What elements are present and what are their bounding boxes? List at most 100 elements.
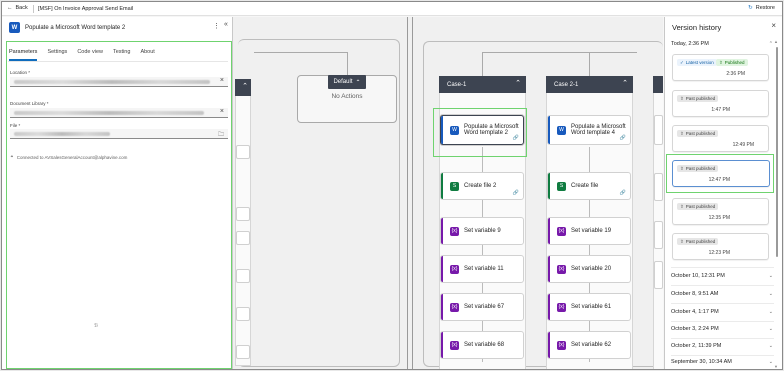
- action-label: Set variable 61: [571, 304, 612, 310]
- case-header-partial[interactable]: [653, 76, 663, 93]
- folder-icon[interactable]: 🗀: [218, 130, 224, 140]
- link-icon: 🔗: [512, 190, 519, 196]
- version-card[interactable]: ⇧ Past published 12:23 PM: [672, 233, 769, 260]
- default-case-card[interactable]: Default ⌃ No Actions: [297, 75, 397, 123]
- connector-line: [589, 52, 590, 76]
- app-window: ← Back [MSF] On Invoice Approval Send Em…: [1, 1, 783, 370]
- partial-action-card[interactable]: [236, 307, 250, 321]
- partial-action-card[interactable]: [236, 345, 250, 359]
- action-create-file[interactable]: S Create file 🔗: [547, 172, 631, 200]
- connector-line: [482, 52, 637, 53]
- version-group[interactable]: October 2, 11:39 PM ⌄: [671, 343, 773, 349]
- partial-action-card[interactable]: [236, 269, 250, 283]
- location-field[interactable]: ×: [10, 77, 228, 87]
- case-2-1-header[interactable]: Case 2-1 ⌃: [546, 76, 633, 93]
- group-divider: [671, 285, 774, 286]
- action-set-variable-19[interactable]: {x} Set variable 19: [547, 217, 631, 245]
- default-case-header[interactable]: Default ⌃: [328, 75, 366, 89]
- tab-code-view[interactable]: Code view: [77, 49, 103, 55]
- clear-icon[interactable]: ×: [220, 77, 224, 84]
- tab-testing[interactable]: Testing: [113, 49, 130, 55]
- variable-icon: {x}: [450, 340, 459, 350]
- partial-action-card[interactable]: [654, 221, 663, 249]
- top-bar-divider: [33, 5, 34, 13]
- panel-tabs: Parameters Settings Code view Testing Ab…: [9, 49, 155, 55]
- scroll-down-icon[interactable]: ▼: [774, 364, 778, 369]
- connector-line: [347, 52, 348, 76]
- action-set-variable-9[interactable]: {x} Set variable 9: [440, 217, 524, 245]
- action-populate-word-template-2[interactable]: W Populate a Microsoft Word template 2 🔗: [440, 115, 524, 145]
- restore-icon: ↻: [748, 5, 753, 11]
- file-field[interactable]: 🗀: [10, 129, 228, 139]
- version-group[interactable]: October 3, 2:24 PM ⌄: [671, 326, 773, 332]
- partial-action-card[interactable]: [236, 207, 250, 221]
- close-icon[interactable]: ×: [771, 21, 776, 30]
- version-group[interactable]: September 30, 10:34 AM ⌄: [671, 359, 773, 365]
- tab-settings[interactable]: Settings: [47, 49, 67, 55]
- version-card[interactable]: ✓ Latest version ⇧ Published 2:36 PM: [672, 54, 769, 81]
- version-group[interactable]: October 10, 12:31 PM ⌄: [671, 273, 773, 279]
- version-card[interactable]: ⇧ Past published 12:49 PM: [672, 125, 769, 152]
- partial-action-card[interactable]: [654, 115, 663, 145]
- action-set-variable-68[interactable]: {x} Set variable 68: [440, 331, 524, 359]
- action-set-variable-67[interactable]: {x} Set variable 67: [440, 293, 524, 321]
- partial-action-card[interactable]: [236, 145, 250, 159]
- more-options-icon[interactable]: ⋮: [213, 22, 220, 30]
- file-label: File *: [10, 123, 21, 128]
- action-set-variable-20[interactable]: {x} Set variable 20: [547, 255, 631, 283]
- action-accent-bar: [441, 173, 443, 199]
- link-icon: 🔗: [619, 135, 626, 141]
- back-label: Back: [15, 5, 28, 11]
- version-card[interactable]: ⇧ Past published 1:47 PM: [672, 90, 769, 117]
- back-button[interactable]: ← Back: [7, 5, 28, 11]
- chevron-down-icon: ⌄: [768, 291, 773, 297]
- check-icon: ✓: [680, 59, 684, 65]
- action-set-variable-62[interactable]: {x} Set variable 62: [547, 331, 631, 359]
- restore-label: Restore: [755, 5, 775, 11]
- redacted-value: [14, 132, 110, 136]
- action-accent-bar: [441, 332, 443, 358]
- scrollbar[interactable]: ▲ ▼: [774, 39, 780, 369]
- action-create-file-2[interactable]: S Create file 2 🔗: [440, 172, 524, 200]
- tab-about[interactable]: About: [140, 49, 154, 55]
- word-icon: W: [9, 22, 20, 33]
- past-published-badge: ⇧ Past published: [677, 95, 719, 102]
- redacted-value: [14, 111, 204, 115]
- variable-icon: {x}: [557, 340, 566, 350]
- scrollbar-thumb[interactable]: [776, 47, 778, 257]
- action-label: Set variable 62: [571, 342, 612, 348]
- partial-action-card[interactable]: [236, 231, 250, 245]
- partial-action-card[interactable]: [654, 261, 663, 289]
- latest-version-badge: ✓ Latest version: [677, 59, 717, 66]
- action-label: Set variable 67: [464, 304, 505, 310]
- action-set-variable-11[interactable]: {x} Set variable 11: [440, 255, 524, 283]
- version-group[interactable]: October 4, 1:17 PM ⌄: [671, 309, 773, 315]
- action-populate-word-template-4[interactable]: W Populate a Microsoft Word template 4 🔗: [547, 115, 631, 145]
- version-card[interactable]: ⇧ Past published 12:35 PM: [672, 198, 769, 225]
- tab-parameters[interactable]: Parameters: [9, 49, 37, 55]
- partial-action-card[interactable]: [654, 173, 663, 201]
- restore-button[interactable]: ↻ Restore: [748, 5, 775, 11]
- clear-icon[interactable]: ×: [220, 108, 224, 115]
- case-header-partial[interactable]: ⌃: [235, 79, 251, 96]
- group-label: September 30, 10:34 AM: [671, 359, 732, 365]
- case-1-header[interactable]: Case-1 ⌃: [439, 76, 526, 93]
- group-divider: [671, 338, 774, 339]
- connector-line: [254, 52, 347, 53]
- action-set-variable-61[interactable]: {x} Set variable 61: [547, 293, 631, 321]
- collapse-panel-icon[interactable]: «: [224, 21, 228, 28]
- variable-icon: {x}: [557, 264, 566, 274]
- action-label: Set variable 68: [464, 342, 505, 348]
- past-published-badge: ⇧ Past published: [677, 203, 719, 210]
- past-published-badge: ⇧ Past published: [677, 165, 719, 172]
- version-history-panel: Version history × ▲ ▼ Today, 2:36 PM ⌃ ✓…: [664, 17, 782, 369]
- version-group-today[interactable]: Today, 2:36 PM ⌃: [671, 41, 773, 47]
- version-group[interactable]: October 8, 9:51 AM ⌄: [671, 291, 773, 297]
- variable-icon: {x}: [450, 226, 459, 236]
- word-icon: W: [450, 125, 459, 135]
- document-library-field[interactable]: ×: [10, 108, 228, 118]
- version-card-selected[interactable]: ⇧ Past published 12:47 PM: [672, 160, 770, 187]
- scroll-up-icon[interactable]: ▲: [774, 39, 778, 44]
- action-accent-bar: [548, 256, 550, 282]
- action-details-panel: W Populate a Microsoft Word template 2 ⋮…: [2, 17, 233, 369]
